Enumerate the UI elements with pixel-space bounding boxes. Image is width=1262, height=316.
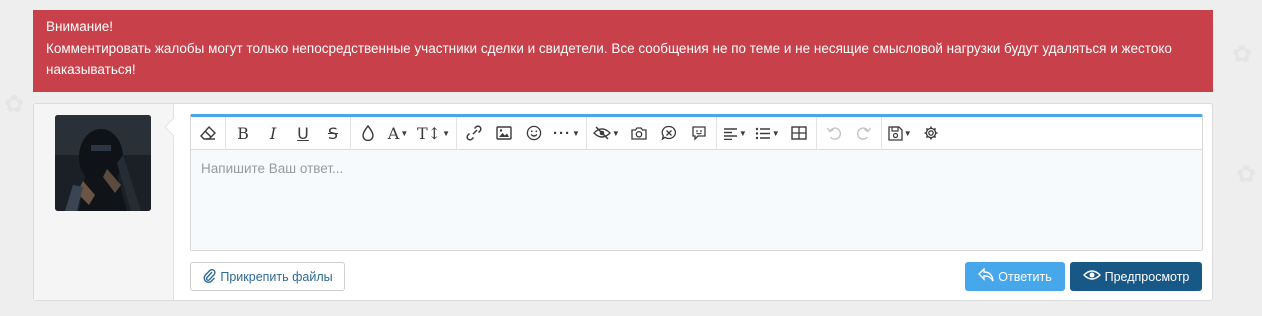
toolbar-separator bbox=[585, 116, 587, 150]
toolbar-separator bbox=[350, 116, 351, 150]
font-family-button[interactable]: A ▼ bbox=[383, 118, 413, 148]
undo-icon bbox=[826, 125, 842, 141]
table-icon bbox=[790, 126, 807, 140]
comment-quote-icon bbox=[661, 125, 677, 141]
align-left-icon bbox=[723, 127, 738, 140]
avatar-column bbox=[34, 104, 174, 300]
droplet-icon bbox=[361, 125, 375, 141]
reply-label: Ответить bbox=[998, 269, 1052, 284]
toolbar-separator bbox=[225, 116, 226, 150]
strikethrough-icon: S bbox=[327, 123, 339, 143]
alert-message: Комментировать жалобы могут только непос… bbox=[46, 40, 1172, 78]
background-pattern: ✿ bbox=[1236, 161, 1257, 188]
insert-screenshot-button[interactable] bbox=[624, 118, 654, 148]
attach-files-button[interactable]: Прикрепить файлы bbox=[190, 262, 345, 291]
underline-icon: U bbox=[297, 123, 309, 143]
ellipsis-icon: ··· bbox=[553, 124, 571, 142]
caret-down-icon: ▼ bbox=[771, 128, 780, 138]
eraser-icon bbox=[200, 125, 216, 141]
bold-button[interactable]: B bbox=[228, 118, 258, 148]
alert-title: Внимание! bbox=[46, 19, 114, 34]
message-placeholder: Напишите Ваш ответ... bbox=[201, 161, 344, 176]
insert-image-button[interactable] bbox=[489, 118, 519, 148]
more-options-button[interactable]: ··· ▼ bbox=[549, 118, 584, 148]
caret-down-icon: ▼ bbox=[903, 128, 912, 138]
save-icon bbox=[888, 125, 903, 141]
list-icon bbox=[755, 127, 771, 140]
caret-down-icon: ▼ bbox=[442, 128, 450, 138]
editor-toolbar: B I U S A ▼ T↕ ▼ ··· ▼ ▼ ▼ ▼ ▼ bbox=[191, 116, 1202, 150]
quick-reply-block: B I U S A ▼ T↕ ▼ ··· ▼ ▼ ▼ ▼ ▼ Напишите … bbox=[33, 103, 1213, 301]
attach-files-label: Прикрепить файлы bbox=[220, 269, 333, 284]
paperclip-icon bbox=[202, 267, 216, 286]
text-height-icon: T↕ bbox=[417, 123, 442, 143]
font-icon: A bbox=[387, 123, 400, 143]
reply-icon bbox=[978, 267, 994, 285]
settings-button[interactable] bbox=[916, 118, 946, 148]
insert-spoiler-button[interactable] bbox=[684, 118, 714, 148]
hide-content-button[interactable]: ▼ bbox=[589, 118, 624, 148]
drafts-button[interactable]: ▼ bbox=[884, 118, 916, 148]
caret-down-icon: ▼ bbox=[611, 128, 620, 138]
reply-button[interactable]: Ответить bbox=[965, 262, 1065, 291]
toolbar-separator bbox=[715, 116, 717, 150]
insert-link-button[interactable] bbox=[459, 118, 489, 148]
preview-button[interactable]: Предпросмотр bbox=[1070, 262, 1202, 291]
camera-icon bbox=[631, 126, 647, 140]
eye-icon bbox=[1082, 268, 1101, 285]
preview-label: Предпросмотр bbox=[1104, 269, 1190, 284]
caret-down-icon: ▼ bbox=[400, 128, 409, 138]
background-pattern: ✿ bbox=[1232, 41, 1253, 68]
message-input[interactable]: Напишите Ваш ответ... bbox=[191, 150, 1202, 249]
text-color-button[interactable] bbox=[353, 118, 383, 148]
avatar[interactable] bbox=[55, 115, 151, 211]
smile-icon bbox=[526, 125, 542, 141]
undo-button[interactable] bbox=[819, 118, 849, 148]
eye-slash-icon bbox=[593, 126, 611, 140]
rich-text-editor: B I U S A ▼ T↕ ▼ ··· ▼ ▼ ▼ ▼ ▼ Напишите … bbox=[190, 114, 1203, 251]
list-button[interactable]: ▼ bbox=[751, 118, 784, 148]
strikethrough-button[interactable]: S bbox=[318, 118, 348, 148]
image-icon bbox=[496, 126, 512, 140]
bold-icon: B bbox=[237, 123, 249, 143]
align-button[interactable]: ▼ bbox=[719, 118, 751, 148]
remove-format-button[interactable] bbox=[193, 118, 223, 148]
underline-button[interactable]: U bbox=[288, 118, 318, 148]
gear-icon bbox=[923, 125, 939, 141]
font-size-button[interactable]: T↕ ▼ bbox=[413, 118, 454, 148]
italic-icon: I bbox=[269, 123, 277, 143]
link-icon bbox=[466, 125, 482, 141]
redo-button[interactable] bbox=[849, 118, 879, 148]
background-pattern: ✿ bbox=[4, 91, 25, 118]
italic-button[interactable]: I bbox=[258, 118, 288, 148]
warning-alert: Внимание! Комментировать жалобы могут то… bbox=[33, 10, 1213, 92]
caret-down-icon: ▼ bbox=[738, 128, 747, 138]
toolbar-separator bbox=[880, 116, 882, 150]
caret-down-icon: ▼ bbox=[572, 128, 580, 138]
redo-icon bbox=[856, 125, 872, 141]
comment-dots-icon bbox=[691, 125, 707, 141]
insert-table-button[interactable] bbox=[784, 118, 814, 148]
toolbar-separator bbox=[815, 116, 817, 150]
insert-smilie-button[interactable] bbox=[519, 118, 549, 148]
toolbar-separator bbox=[456, 116, 457, 150]
insert-quote-button[interactable] bbox=[654, 118, 684, 148]
